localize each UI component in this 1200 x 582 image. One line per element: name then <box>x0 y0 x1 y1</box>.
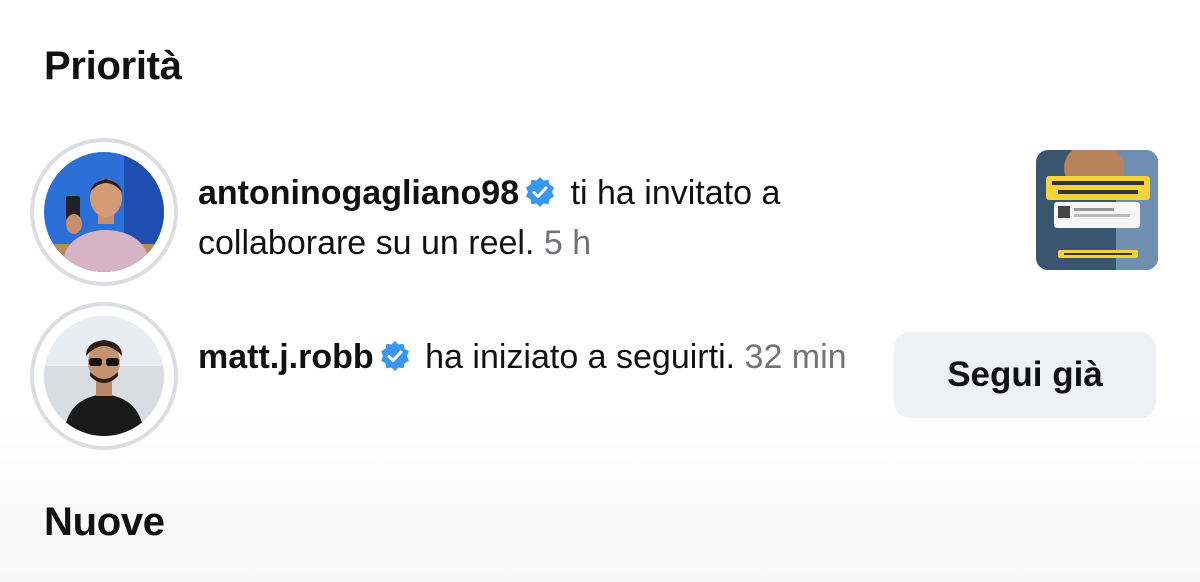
story-ring[interactable] <box>30 138 178 286</box>
notification-message: ha iniziato a seguirti. <box>425 338 736 376</box>
notification-text: matt.j.robb ha iniziato a seguirti. 32 m… <box>198 332 898 382</box>
username[interactable]: antoninogagliano98 <box>198 174 519 212</box>
verified-badge-icon <box>523 173 557 207</box>
story-ring[interactable] <box>30 302 178 450</box>
notification-text: antoninogagliano98 ti ha invitato a coll… <box>198 168 898 268</box>
verified-badge-icon <box>378 337 412 371</box>
following-button[interactable]: Segui già <box>894 332 1156 418</box>
notification-time: 5 h <box>543 224 592 262</box>
notification-time: 32 min <box>744 338 847 376</box>
section-title-new: Nuove <box>44 500 165 544</box>
avatar[interactable] <box>44 316 164 436</box>
reel-thumbnail[interactable] <box>1036 150 1158 270</box>
section-title-priority: Priorità <box>44 44 182 88</box>
notification-item[interactable]: antoninogagliano98 ti ha invitato a coll… <box>0 138 1200 288</box>
notifications-page: Priorità antoninogagliano98 ti ha invita… <box>0 0 1200 582</box>
avatar[interactable] <box>44 152 164 272</box>
notification-item[interactable]: matt.j.robb ha iniziato a seguirti. 32 m… <box>0 302 1200 452</box>
username[interactable]: matt.j.robb <box>198 338 374 376</box>
